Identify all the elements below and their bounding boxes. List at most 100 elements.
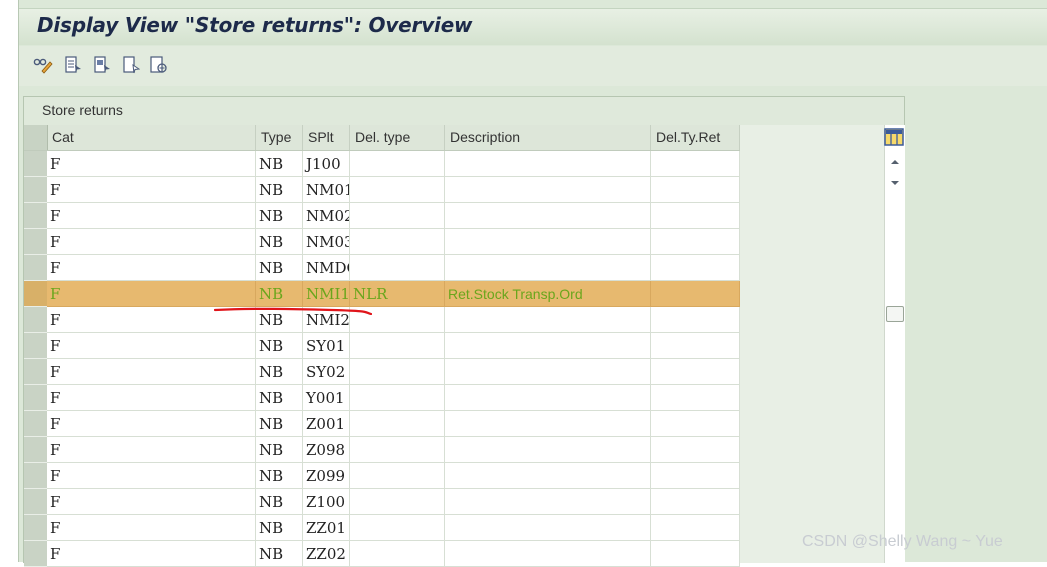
table-row[interactable]: F NB NMI2 (24, 307, 740, 333)
row-select-button[interactable] (24, 411, 47, 437)
cell-description[interactable] (445, 203, 651, 229)
cell-del-ty-ret[interactable] (651, 437, 740, 463)
cell-del-type[interactable] (350, 333, 445, 359)
cell-type[interactable]: NB (256, 359, 303, 385)
display-change-button[interactable] (33, 55, 53, 75)
row-select-button[interactable] (24, 255, 47, 281)
cell-type[interactable]: NB (256, 229, 303, 255)
cell-type[interactable]: NB (256, 255, 303, 281)
cell-description[interactable]: Ret.Stock Transp.Ord (445, 281, 651, 307)
cell-cat[interactable]: F (47, 437, 256, 463)
row-select-button[interactable] (24, 541, 47, 567)
row-select-button[interactable] (24, 359, 47, 385)
deselect-all-button[interactable] (121, 55, 141, 75)
cell-del-ty-ret[interactable] (651, 463, 740, 489)
table-row[interactable]: F NB SY01 (24, 333, 740, 359)
table-row[interactable]: F NB Y001 (24, 385, 740, 411)
table-row[interactable]: F NB NMI1 NLR Ret.Stock Transp.Ord (24, 281, 740, 307)
row-select-button[interactable] (24, 437, 47, 463)
cell-del-ty-ret[interactable] (651, 489, 740, 515)
column-header-del-type[interactable]: Del. type (350, 125, 445, 150)
cell-cat[interactable]: F (47, 515, 256, 541)
table-row[interactable]: F NB NM03 (24, 229, 740, 255)
cell-cat[interactable]: F (47, 255, 256, 281)
table-row[interactable]: F NB ZZ02 (24, 541, 740, 567)
cell-cat[interactable]: F (47, 203, 256, 229)
cell-del-type[interactable] (350, 463, 445, 489)
cell-splt[interactable]: Y001 (303, 385, 350, 411)
print-button[interactable] (149, 55, 169, 75)
cell-splt[interactable]: ZZ02 (303, 541, 350, 567)
cell-type[interactable]: NB (256, 489, 303, 515)
cell-splt[interactable]: SY02 (303, 359, 350, 385)
cell-del-ty-ret[interactable] (651, 359, 740, 385)
cell-cat[interactable]: F (47, 489, 256, 515)
vertical-scrollbar[interactable] (884, 125, 905, 563)
table-row[interactable]: F NB ZZ01 (24, 515, 740, 541)
cell-cat[interactable]: F (47, 151, 256, 177)
row-select-button[interactable] (24, 203, 47, 229)
cell-description[interactable] (445, 177, 651, 203)
table-row[interactable]: F NB Z100 (24, 489, 740, 515)
cell-del-type[interactable] (350, 385, 445, 411)
cell-splt[interactable]: J100 (303, 151, 350, 177)
cell-del-type[interactable] (350, 359, 445, 385)
cell-splt[interactable]: ZZ01 (303, 515, 350, 541)
table-row[interactable]: F NB NM02 (24, 203, 740, 229)
scrollbar-thumb[interactable] (886, 306, 904, 322)
cell-splt[interactable]: SY01 (303, 333, 350, 359)
cell-description[interactable] (445, 411, 651, 437)
cell-del-ty-ret[interactable] (651, 177, 740, 203)
table-row[interactable]: F NB Z098 (24, 437, 740, 463)
row-select-button[interactable] (24, 307, 47, 333)
cell-type[interactable]: NB (256, 385, 303, 411)
cell-splt[interactable]: NMDC (303, 255, 350, 281)
cell-type[interactable]: NB (256, 203, 303, 229)
cell-del-type[interactable] (350, 411, 445, 437)
column-header-cat[interactable]: Cat (47, 125, 256, 150)
cell-splt[interactable]: Z100 (303, 489, 350, 515)
row-select-button[interactable] (24, 515, 47, 541)
cell-description[interactable] (445, 255, 651, 281)
select-all-rows-button[interactable] (24, 125, 48, 150)
cell-splt[interactable]: NM03 (303, 229, 350, 255)
cell-type[interactable]: NB (256, 541, 303, 567)
column-header-description[interactable]: Description (445, 125, 651, 150)
select-block-button[interactable] (92, 55, 112, 75)
cell-del-type[interactable] (350, 255, 445, 281)
table-row[interactable]: F NB NM01 (24, 177, 740, 203)
row-select-button[interactable] (24, 489, 47, 515)
cell-description[interactable] (445, 489, 651, 515)
table-row[interactable]: F NB Z099 (24, 463, 740, 489)
row-select-button[interactable] (24, 463, 47, 489)
cell-cat[interactable]: F (47, 463, 256, 489)
cell-del-ty-ret[interactable] (651, 229, 740, 255)
cell-splt[interactable]: NM01 (303, 177, 350, 203)
cell-del-ty-ret[interactable] (651, 151, 740, 177)
scroll-down-arrow-icon[interactable] (889, 179, 901, 187)
scroll-up-arrow-icon[interactable] (889, 158, 901, 166)
cell-description[interactable] (445, 385, 651, 411)
cell-del-ty-ret[interactable] (651, 255, 740, 281)
table-row[interactable]: F NB SY02 (24, 359, 740, 385)
cell-description[interactable] (445, 307, 651, 333)
cell-cat[interactable]: F (47, 177, 256, 203)
cell-description[interactable] (445, 229, 651, 255)
cell-cat[interactable]: F (47, 541, 256, 567)
cell-del-type[interactable] (350, 151, 445, 177)
cell-del-ty-ret[interactable] (651, 281, 740, 307)
cell-type[interactable]: NB (256, 151, 303, 177)
row-select-button[interactable] (24, 333, 47, 359)
cell-del-type[interactable] (350, 489, 445, 515)
table-row[interactable]: FNBNMDC (24, 255, 740, 281)
cell-del-ty-ret[interactable] (651, 541, 740, 567)
cell-type[interactable]: NB (256, 177, 303, 203)
cell-cat[interactable]: F (47, 359, 256, 385)
column-header-type[interactable]: Type (256, 125, 303, 150)
cell-description[interactable] (445, 463, 651, 489)
cell-del-type[interactable] (350, 229, 445, 255)
cell-cat[interactable]: F (47, 281, 256, 307)
cell-del-ty-ret[interactable] (651, 203, 740, 229)
cell-del-ty-ret[interactable] (651, 307, 740, 333)
column-header-splt[interactable]: SPlt (303, 125, 350, 150)
